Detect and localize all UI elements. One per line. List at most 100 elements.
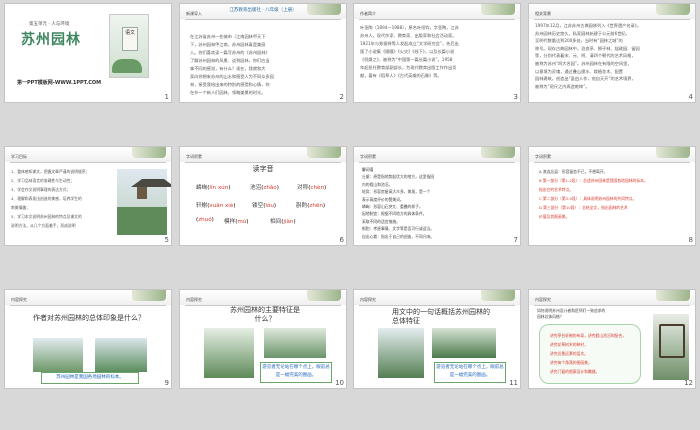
slide-header-band [529,4,695,19]
window-frame [659,324,685,358]
body-line: 园林建筑，创造出“虽由人作，宛自天开”的艺术境界， [535,76,636,82]
slide-thumb-5[interactable]: 学习目标 1、整体感知课文，把握文章严谨的说明顺序； 2、学习品味语言的准确性与… [4,146,172,246]
divider [10,162,166,163]
slide-header-band [354,147,520,162]
header-decoration [132,290,166,301]
slide-thumb-8[interactable]: 字词积累 A 流连忘返：形容留恋不已，不想离开。 B 第一部分（第1-2段）：总… [528,146,696,246]
slide-header-band [354,4,520,19]
slide-thumb-6[interactable]: 字词积累 读字音 嶙峋(lín xún) 池沼(zhǎo) 对称(chèn) 轩… [179,146,347,246]
section-label: 解词语 [362,167,374,172]
slide-tag: 内容探究 [535,297,551,302]
answer-line: 讲究近景远景的层次。 [550,351,588,356]
slide-tag: 新课导入 [186,11,202,16]
roof-shape [131,179,171,187]
slide-sorter-grid: 第五单元 · 人与环境 苏州园林 第一PPT模板网-WWW.1PPT.COM 语… [4,3,696,427]
word: 对称 [297,185,309,191]
word: 斟酌 [296,203,308,209]
slide-thumb-2[interactable]: 江苏教育出版社 · 八年级（上册） 新课导入 在江苏省苏州一些城市（江南园林甲天… [179,3,347,103]
word-pinyin: 模样(mú) [224,219,249,225]
slide-tag: 内容探究 [11,297,27,302]
header-decoration [307,290,341,301]
word: 嶙峋 [196,185,208,191]
pinyin: zhēn [309,203,323,209]
word-pinyin: 镂空(lòu) [252,203,277,209]
slide-thumb-3[interactable]: 作者简介 叶圣陶（1894—1988），原名叶绍钧，字圣陶，江苏 苏州人。现代作… [353,3,521,103]
pinyin: lín xún [209,185,229,191]
word: 池沼 [250,185,262,191]
word: 相间 [270,219,282,225]
pinyin: xuān xiè [209,203,234,209]
question-text: 苏州园林的主要特征是什么？ [230,306,300,323]
pinyin: lòu [265,203,274,209]
tree-shape [112,59,142,73]
divider [185,19,341,20]
header-decoration [481,4,515,15]
garden-photo [378,328,424,378]
answer-box: 苏州园林是我国各地园林的标本。 [41,372,139,384]
body-line: 家向你想来苏州的山水和感受人为不同众多园 [190,74,274,79]
header-text: 江苏教育出版社 · 八年级（上册） [229,8,297,13]
slide-thumb-10[interactable]: 内容探究 苏州园林的主要特征是什么？ 游览者无论站在哪个点上，眼前总是一幅完美的… [179,289,347,389]
word-pinyin: (zhuó) [196,217,214,223]
definition-line: 自出心裁：指出于自己的创造，不同凡响。 [362,233,435,239]
slide-number: 2 [339,93,344,101]
moon-gate-photo [264,328,326,358]
goal-item: 1、整体感知课文，把握文章严谨的说明顺序； [11,169,90,174]
slide-thumb-12[interactable]: 内容探究 如何说明苏州设计者和匠师们一致追求的 园林总体风格？ 讲究亭台轩榭的布… [528,289,696,389]
body-text: 1997年12月，江苏苏州古典园林列入《世界遗产名录》。 苏州园林历史悠久，私家… [535,22,641,90]
slide-thumb-7[interactable]: 字词积累 解词语 丘壑：原是指地势起伏大的地方，这里指园 内的假山和池沼。 轮奂… [353,146,521,246]
body-line: 献，著有《稻草人》《古代英雄的石像》等。 [360,73,442,78]
slide-header-band [529,290,695,305]
body-line: 林，接受我给出来的特别的感受和心情，你 [190,82,270,87]
word: 轩榭 [196,203,208,209]
word: 模样 [224,219,236,225]
slide-number: 5 [164,236,169,244]
definition-line: 采取不同的适宜措施。 [362,218,400,224]
header-decoration [307,4,341,15]
answer-line: 讲究亭台轩榭的布局，讲究假山池沼的配合， [550,333,626,338]
slide-thumb-9[interactable]: 内容探究 作者对苏州园林的总体印象是什么？ 苏州园林是我国各地园林的标本。 9 [4,289,172,389]
body-line: 至明代数量达到200多处，当时有“园林之城”的 [535,38,623,44]
definition-line: 丘壑：原是指地势起伏大的地方，这里指园 [362,174,435,180]
body-line: 下，苏州园林甲江南，苏州园林真是美丽 [190,42,266,47]
answer-bubble: 讲究亭台轩榭的布局，讲究假山池沼的配合， 讲究花草树木的映衬， 讲究近景远景的层… [539,324,641,384]
divider [185,162,341,163]
slide-header-band: 江苏教育出版社 · 八年级（上册） [180,4,346,19]
word-pinyin: 轩榭(xuān xiè) [196,203,236,209]
word-pinyin: 池沼(zhǎo) [250,185,279,191]
slide-header-band [354,290,520,305]
slide-number: 11 [509,379,518,387]
body-line: 在江苏省苏州一些城市（江南园林甲天下 [190,34,266,39]
poster-caption: 语文 [122,27,138,51]
slide-header-band [5,147,171,162]
slide-thumb-11[interactable]: 内容探究 用文中的一句话概括苏州园林的总体特征 游览者无论站在哪个点上，眼前总是… [353,289,521,389]
slide-number: 12 [684,379,693,387]
body-line: 《倪焕之》，被称为“中国第一篇长篇小说”。1958 [360,57,453,62]
slide-subtitle: 第五单元 · 人与环境 [29,22,70,27]
slide-tag: 内容探究 [360,297,376,302]
body-line: 被称为苏州“四大名园”。苏州园林在有限的空间里， [535,60,632,66]
body-line: 1997年12月，江苏苏州古典园林列入《世界遗产名录》。 [535,23,642,28]
body-line: 1921年与郑振铎等人发起成立“文学研究会”，先后出 [360,41,459,46]
body-line: 版了小说集《隔膜》《火灾》《线下》，以及长篇小说 [360,49,455,54]
header-decoration [656,4,690,15]
body-text: 在江苏省苏州一些城市（江南园林甲天下 下，苏州园林甲江南，苏州园林真是美丽 入。… [190,33,274,97]
lotus-pond-photo [432,328,496,358]
divider [10,305,166,306]
list-line: 指出它的艺术特点。 [539,187,574,192]
divider [359,305,515,306]
goal-item: 3、学会作文说明事理的表达方式； [11,187,71,192]
garden-photo [33,338,83,372]
fountain-photo [95,338,147,372]
definition-line: 内的假山和池沼。 [362,181,393,187]
goal-item: 说明方法，从几个方面着手，形成说明 [11,223,76,228]
slide-thumb-4[interactable]: 相关背景 1997年12月，江苏苏州古典园林列入《世界遗产名录》。 苏州园林历史… [528,3,696,103]
slide-thumb-1[interactable]: 第五单元 · 人与环境 苏州园林 第一PPT模板网-WWW.1PPT.COM 语… [4,3,172,103]
body-line: 等，分别代表着宋、元、明、清四个朝代的艺术风格， [535,53,636,59]
word-pinyin: 嶙峋(lín xún) [196,185,231,191]
slide-number: 1 [164,93,169,101]
body-line: 苏州园林历史悠久，私家园林始建于公元前6世纪， [535,30,630,36]
slide-number: 8 [688,236,693,244]
word-pinyin: 对称(chèn) [297,185,327,191]
body-line: 被称为“咫尺之内再造乾坤”。 [535,83,590,89]
